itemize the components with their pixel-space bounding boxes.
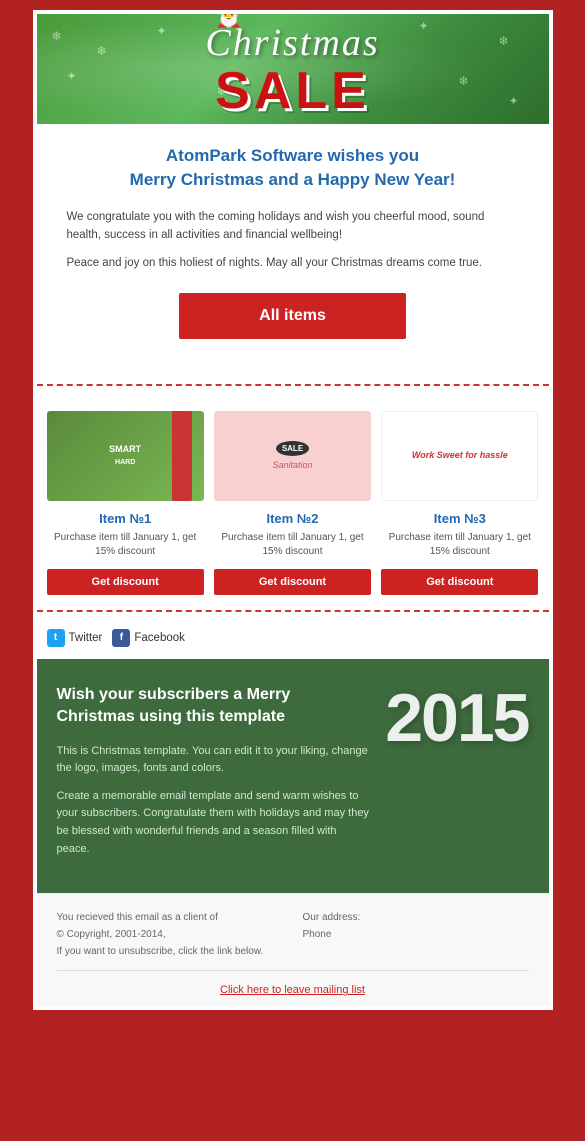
greeting-title-line1: AtomPark Software wishes you — [166, 146, 419, 165]
banner-sale-text: SALE — [205, 65, 379, 117]
promo-text-block: Wish your subscribers a Merry Christmas … — [57, 684, 371, 868]
social-section: t Twitter f Facebook — [37, 617, 549, 659]
discount-button-1[interactable]: Get discount — [47, 569, 204, 595]
year-graphic: 2015 — [385, 684, 528, 752]
footer-left-line2: © Copyright, 2001-2014, — [57, 926, 283, 943]
footer-col-left: You recieved this email as a client of ©… — [57, 909, 283, 960]
promo-body2: Create a memorable email template and se… — [57, 788, 371, 858]
bottom-separator — [37, 610, 549, 612]
bottom-footer: You recieved this email as a client of ©… — [37, 893, 549, 1006]
item-card-3: Work Sweet for hassle Item №3 Purchase i… — [381, 411, 538, 595]
item-img-3-text: Work Sweet for hassle — [412, 449, 508, 462]
item-name-3: Item №3 — [381, 511, 538, 526]
facebook-label: Facebook — [134, 632, 185, 644]
twitter-label: Twitter — [69, 632, 103, 644]
banner-content: 🎅 Christmas SALE — [205, 21, 379, 117]
greeting-title: AtomPark Software wishes you Merry Chris… — [67, 144, 519, 192]
footer-promo-section: Wish your subscribers a Merry Christmas … — [37, 659, 549, 893]
year-display: 2015 — [385, 684, 528, 752]
item-image-3: Work Sweet for hassle — [381, 411, 538, 501]
item-name-2: Item №2 — [214, 511, 371, 526]
discount-button-3[interactable]: Get discount — [381, 569, 538, 595]
greeting-title-line2: Merry Christmas and a Happy New Year! — [130, 170, 456, 189]
item-img-2-badge: SALE — [276, 441, 309, 456]
top-separator — [37, 384, 549, 386]
footer-right-line1: Our address: — [303, 909, 529, 926]
email-container: ❄ ❄ ✦ ✦ ❄ ❄ ✦ ❄ ✦ 🎅 Christmas SALE AtomP… — [33, 10, 553, 1010]
item-img-1-text: SMART HARD — [109, 444, 141, 467]
facebook-icon: f — [112, 629, 130, 647]
greeting-body1: We congratulate you with the coming holi… — [67, 208, 519, 245]
header-banner: ❄ ❄ ✦ ✦ ❄ ❄ ✦ ❄ ✦ 🎅 Christmas SALE — [37, 14, 549, 124]
twitter-button[interactable]: t Twitter — [47, 629, 103, 647]
item-desc-1: Purchase item till January 1, get 15% di… — [47, 531, 204, 559]
promo-body1: This is Christmas template. You can edit… — [57, 743, 371, 778]
discount-button-2[interactable]: Get discount — [214, 569, 371, 595]
facebook-button[interactable]: f Facebook — [112, 629, 185, 647]
item-image-1: SMART HARD — [47, 411, 204, 501]
promo-title: Wish your subscribers a Merry Christmas … — [57, 684, 371, 729]
twitter-icon: t — [47, 629, 65, 647]
item-desc-3: Purchase item till January 1, get 15% di… — [381, 531, 538, 559]
item-image-2: SALE Sanitation — [214, 411, 371, 501]
all-items-button[interactable]: All items — [179, 293, 406, 339]
main-content: AtomPark Software wishes you Merry Chris… — [37, 124, 549, 379]
item-desc-2: Purchase item till January 1, get 15% di… — [214, 531, 371, 559]
item-img-2-text: Sanitation — [272, 460, 312, 470]
item-card-1: SMART HARD Item №1 Purchase item till Ja… — [47, 411, 204, 595]
footer-right-line3: Phone — [303, 926, 529, 943]
footer-left-line1: You recieved this email as a client of — [57, 909, 283, 926]
all-items-section: All items — [67, 293, 519, 339]
unsubscribe-section: Click here to leave mailing list — [57, 970, 529, 996]
unsubscribe-link[interactable]: Click here to leave mailing list — [57, 984, 529, 996]
greeting-body2: Peace and joy on this holiest of nights.… — [67, 254, 519, 272]
footer-columns: You recieved this email as a client of ©… — [57, 909, 529, 960]
items-grid: SMART HARD Item №1 Purchase item till Ja… — [37, 391, 549, 605]
item-name-1: Item №1 — [47, 511, 204, 526]
item-card-2: SALE Sanitation Item №2 Purchase item ti… — [214, 411, 371, 595]
footer-col-right: Our address: Phone — [283, 909, 529, 960]
footer-left-line3: If you want to unsubscribe, click the li… — [57, 943, 283, 960]
